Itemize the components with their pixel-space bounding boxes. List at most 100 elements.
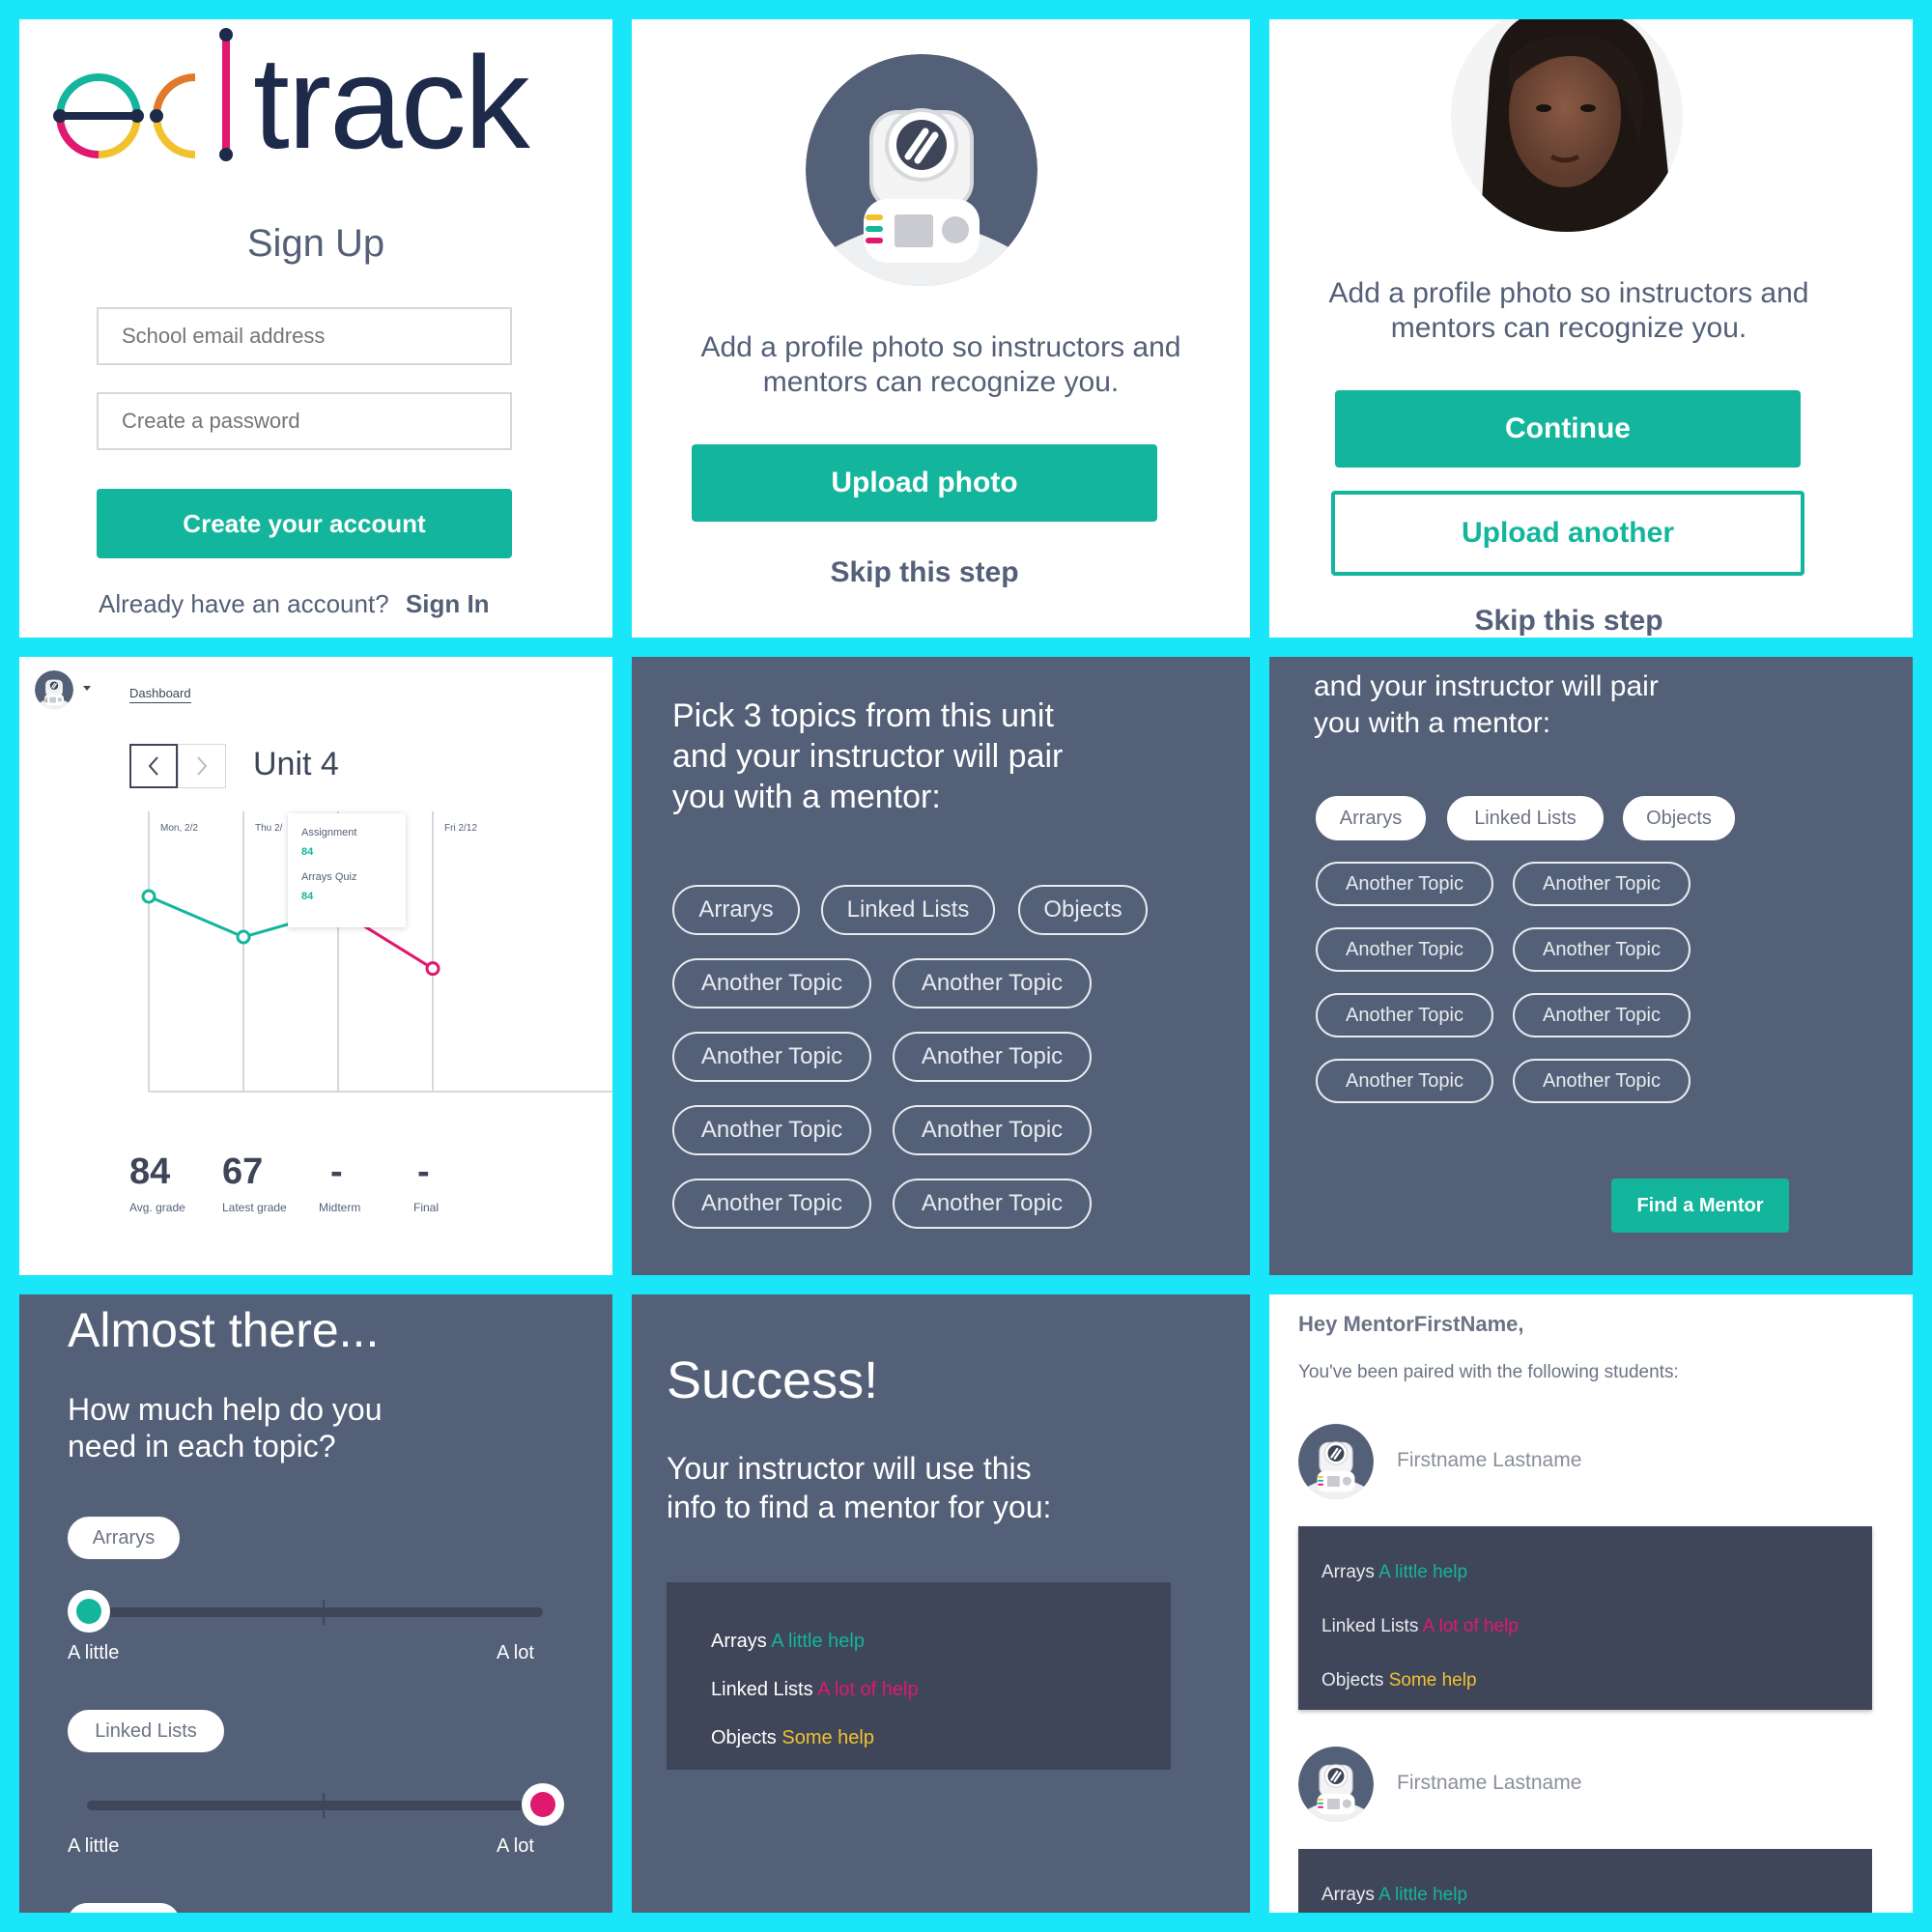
photo-message-line1: Add a profile photo so instructors and [700, 331, 1181, 363]
summary-topic: Objects [711, 1727, 777, 1748]
topic-chip-objects[interactable]: Objects [1018, 885, 1148, 935]
student-name: Firstname Lastname [1397, 1449, 1582, 1471]
almost-there-panel: Almost there... How much help do you nee… [19, 1294, 612, 1913]
continue-button[interactable]: Continue [1335, 390, 1801, 468]
success-line2: info to find a mentor for you: [667, 1490, 1052, 1524]
student-topic-row: Arrays A little help [1321, 1868, 1872, 1913]
slider-thumb-dot [530, 1792, 555, 1817]
topic-chip-another[interactable]: Another Topic [672, 1179, 871, 1229]
topic-chip-another[interactable]: Another Topic [1513, 993, 1690, 1037]
already-text: Already have an account? [99, 589, 389, 618]
stat-latest: 67 Latest grade [222, 1151, 287, 1214]
topic-chip-another[interactable]: Another Topic [672, 1032, 871, 1082]
help-slider-linked-lists[interactable] [68, 1777, 564, 1835]
topic-chip-another[interactable]: Another Topic [1513, 862, 1690, 906]
skip-step-link-2[interactable]: Skip this step [1269, 605, 1868, 638]
unit-title: Unit 4 [253, 746, 339, 782]
almost-title: Almost there... [68, 1303, 380, 1357]
summary-row: Objects Some help [711, 1714, 1171, 1762]
summary-help: A little help [771, 1631, 865, 1652]
summary-help: A lot of help [817, 1679, 919, 1700]
photo-uploaded-panel: Add a profile photo so instructors and m… [1269, 19, 1913, 638]
chart-point[interactable] [425, 961, 440, 977]
signin-row: Already have an account? Sign In [99, 589, 490, 619]
student-topic-row: Objects Some help [1321, 1654, 1872, 1708]
topic-chip-another[interactable]: Another Topic [1316, 993, 1493, 1037]
student-topic-row: Arrays A little help [1321, 1546, 1872, 1600]
topic-chip-another[interactable]: Another Topic [1316, 1059, 1493, 1103]
topic-chip-arrays[interactable]: Arrarys [672, 885, 800, 935]
logo-text: track [253, 29, 530, 176]
next-unit-button[interactable] [178, 744, 226, 788]
stat-midterm-value: - [330, 1151, 343, 1192]
help-slider-arrays[interactable] [68, 1584, 562, 1642]
add-photo-panel: Add a profile photo so instructors and m… [632, 19, 1250, 638]
almost-question-line2: need in each topic? [68, 1429, 336, 1463]
grade-tooltip: Assignment 84 Arrays Quiz 84 [288, 813, 406, 927]
stat-midterm: - Midterm [319, 1151, 360, 1214]
email-intro: You've been paired with the following st… [1298, 1362, 1679, 1382]
slider-min-label: A little [68, 1642, 120, 1663]
tooltip-quiz-value: 84 [301, 891, 314, 902]
slider-thumb-dot [76, 1599, 101, 1624]
topic-chip-another[interactable]: Another Topic [1513, 927, 1690, 972]
email-input[interactable] [97, 307, 512, 365]
topic-chip-another[interactable]: Another Topic [893, 958, 1092, 1009]
photo-done-line1: Add a profile photo so instructors and [1328, 277, 1809, 309]
slider-topic-arrays: Arrarys [68, 1517, 180, 1559]
prev-unit-button[interactable] [129, 744, 178, 788]
chevron-down-icon[interactable] [83, 686, 91, 691]
skip-step-link[interactable]: Skip this step [632, 556, 1217, 589]
topic-chip-another[interactable]: Another Topic [1513, 1059, 1690, 1103]
password-input[interactable] [97, 392, 512, 450]
student-topic-row: Linked Lists A lot of help [1321, 1600, 1872, 1654]
student-avatar [1298, 1424, 1374, 1499]
topic-chip-another[interactable]: Another Topic [1316, 862, 1493, 906]
slider-track [87, 1801, 543, 1810]
upload-photo-button[interactable]: Upload photo [692, 444, 1157, 522]
slider-thumb[interactable] [522, 1783, 564, 1826]
success-title: Success! [667, 1351, 879, 1409]
dashboard-panel: Dashboard Unit 4 Mon, 2/2 Thu 2/ Fri 2/1… [19, 657, 612, 1275]
stat-avg-value: 84 [129, 1151, 171, 1192]
pick-heading-line1: Pick 3 topics from this unit [672, 697, 1054, 734]
student-topics-box: Arrays A little help Linked Lists A lot … [1298, 1526, 1872, 1710]
selected-chip-linked-lists[interactable]: Linked Lists [1447, 796, 1604, 840]
stat-final-value: - [417, 1151, 430, 1192]
chart-point[interactable] [236, 929, 251, 945]
topic-chip-linked-lists[interactable]: Linked Lists [821, 885, 995, 935]
slider-thumb[interactable] [68, 1590, 110, 1633]
slider-track [87, 1607, 543, 1617]
summary-topic: Arrays [711, 1631, 767, 1652]
student-help: A little help [1378, 1562, 1468, 1582]
signin-link[interactable]: Sign In [406, 589, 490, 618]
user-avatar[interactable] [35, 670, 73, 709]
topic-chip-another[interactable]: Another Topic [672, 1105, 871, 1155]
photo-done-line2: mentors can recognize you. [1390, 312, 1747, 344]
chart-point[interactable] [141, 889, 156, 904]
topic-chip-another[interactable]: Another Topic [893, 1105, 1092, 1155]
topic-chip-another[interactable]: Another Topic [893, 1179, 1092, 1229]
selected-chip-arrays[interactable]: Arrarys [1316, 796, 1426, 840]
stat-latest-value: 67 [222, 1151, 264, 1192]
create-account-button[interactable]: Create your account [97, 489, 512, 558]
topic-chip-another[interactable]: Another Topic [893, 1032, 1092, 1082]
student-topic: Arrays [1321, 1562, 1375, 1582]
photo-message-line2: mentors can recognize you. [762, 366, 1120, 398]
topic-chip-another[interactable]: Another Topic [672, 958, 871, 1009]
photo-message: Add a profile photo so instructors and m… [632, 330, 1250, 400]
student-topic: Objects [1321, 1670, 1384, 1690]
dashboard-nav-link[interactable]: Dashboard [129, 686, 191, 703]
signup-panel: track Sign Up Create your account Alread… [19, 19, 612, 638]
success-summary-box: Arrays A little help Linked Lists A lot … [667, 1582, 1171, 1770]
topic-chip-another[interactable]: Another Topic [1316, 927, 1493, 972]
find-mentor-button[interactable]: Find a Mentor [1611, 1179, 1789, 1233]
selected-heading-line2: you with a mentor: [1314, 707, 1551, 739]
slider-max-label: A lot [497, 1835, 534, 1857]
selected-chip-objects[interactable]: Objects [1623, 796, 1735, 840]
pick-heading: Pick 3 topics from this unit and your in… [672, 696, 1063, 817]
summary-row: Linked Lists A lot of help [711, 1665, 1171, 1714]
upload-another-button[interactable]: Upload another [1331, 491, 1804, 576]
chevron-left-icon [148, 756, 158, 776]
student-avatar [1298, 1747, 1374, 1822]
